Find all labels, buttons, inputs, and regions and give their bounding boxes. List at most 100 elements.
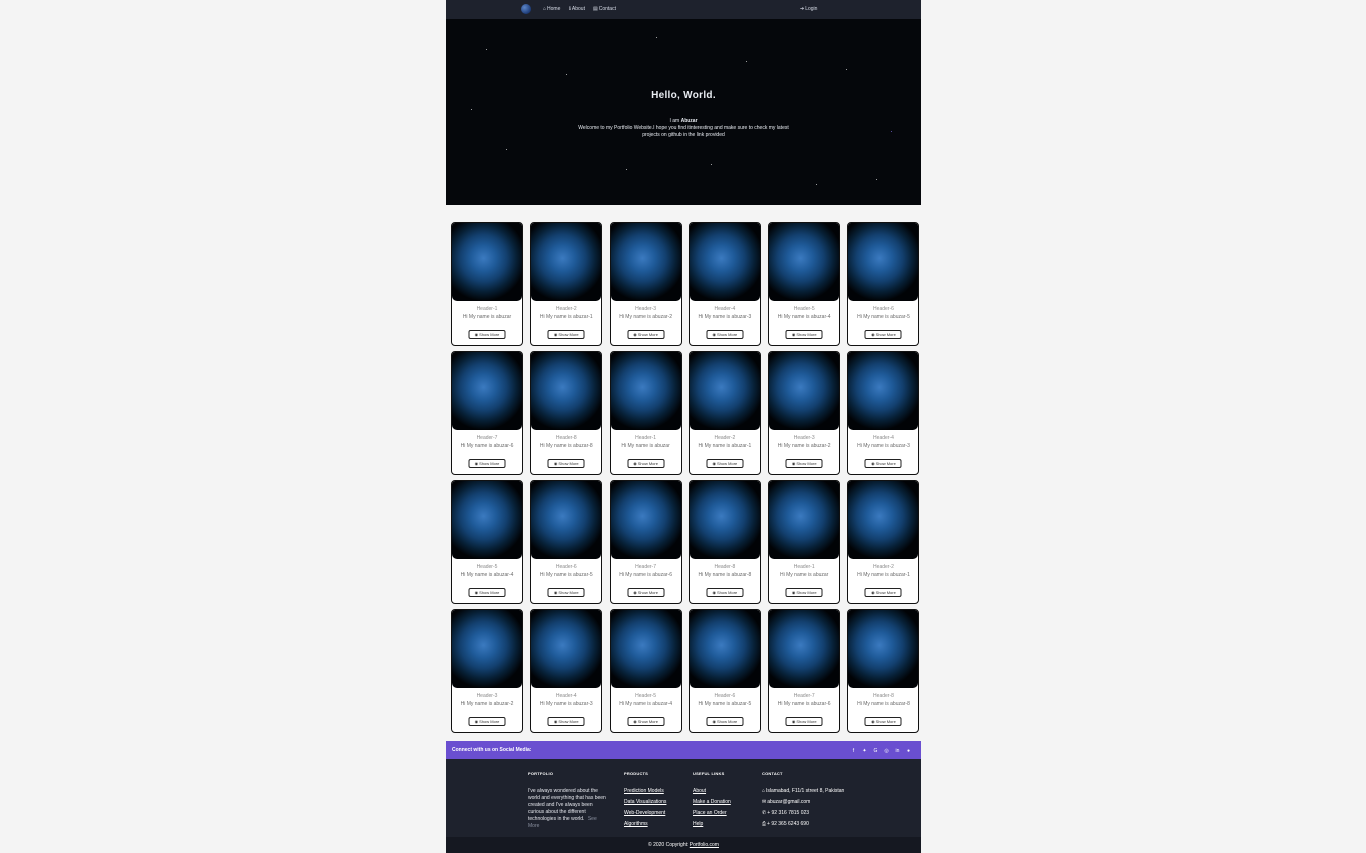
- show-more-button[interactable]: ◉ Show More: [627, 330, 665, 339]
- card-description: Hi My name is abuzar-5: [857, 314, 910, 320]
- card-description: Hi My name is abuzar-4: [460, 572, 514, 578]
- nav-login-link[interactable]: ➔ Login: [800, 5, 817, 13]
- show-more-label: Show More: [479, 590, 500, 595]
- card: Header-7 Hi My name is abuzar-6 ◉ Show More: [768, 609, 841, 733]
- card-description: Hi My name is abuzar-1: [539, 314, 593, 320]
- facebook-icon[interactable]: f: [850, 747, 857, 754]
- card: Header-1 Hi My name is abuzar ◉ Show More: [609, 351, 682, 475]
- show-more-button[interactable]: ◉ Show More: [547, 330, 585, 339]
- card-description: Hi My name is abuzar-5: [539, 572, 593, 578]
- nav-contact-label: Contact: [598, 6, 616, 12]
- card-description: Hi My name is abuzar-6: [777, 701, 831, 707]
- footer-contact: CONTACT ⌂ Islamabad, F11/1 street 8, Pak…: [762, 771, 852, 832]
- footer-link-about[interactable]: About: [693, 788, 731, 794]
- nav-contact-link[interactable]: ▤ Contact: [593, 5, 616, 13]
- card-header: Header-1: [476, 306, 498, 312]
- show-more-button[interactable]: ◉ Show More: [468, 717, 506, 726]
- eye-icon: ◉: [633, 590, 637, 595]
- footer-link-algorithms[interactable]: Algorithms: [624, 821, 666, 827]
- card-description: Hi My name is abuzar-6: [619, 572, 672, 578]
- instagram-icon[interactable]: ◎: [883, 747, 890, 754]
- hero-section: Hello, World. I am Abuzar Welcome to my …: [446, 19, 921, 205]
- show-more-button[interactable]: ◉ Show More: [547, 459, 585, 468]
- social-bar: Connect with us on Social Media: f ✦ G ◎…: [446, 741, 921, 759]
- show-more-button[interactable]: ◉ Show More: [468, 330, 506, 339]
- copyright-link[interactable]: Portfolio.com: [690, 842, 719, 848]
- show-more-button[interactable]: ◉ Show More: [706, 459, 744, 468]
- show-more-button[interactable]: ◉ Show More: [627, 459, 665, 468]
- show-more-label: Show More: [479, 332, 500, 337]
- footer-link-web-development[interactable]: Web-Development: [624, 810, 666, 816]
- card-image: [848, 352, 919, 430]
- show-more-button[interactable]: ◉ Show More: [468, 459, 506, 468]
- show-more-label: Show More: [796, 461, 817, 466]
- linkedin-icon[interactable]: in: [894, 747, 901, 754]
- footer-link-make-donation[interactable]: Make a Donation: [693, 799, 731, 805]
- card-header: Header-4: [873, 435, 894, 441]
- show-more-button[interactable]: ◉ Show More: [864, 588, 902, 597]
- card: Header-6 Hi My name is abuzar-5 ◉ Show More: [847, 222, 920, 346]
- card-description: Hi My name is abuzar-1: [698, 443, 752, 449]
- card-image: [452, 610, 522, 688]
- contact-email-text: abuzar@gmail.com: [767, 799, 811, 805]
- show-more-button[interactable]: ◉ Show More: [627, 588, 665, 597]
- star: [566, 74, 567, 75]
- show-more-button[interactable]: ◉ Show More: [864, 717, 902, 726]
- eye-icon: ◉: [871, 719, 875, 724]
- show-more-button[interactable]: ◉ Show More: [547, 588, 585, 597]
- show-more-button[interactable]: ◉ Show More: [547, 717, 585, 726]
- show-more-button[interactable]: ◉ Show More: [785, 588, 823, 597]
- home-icon: ⌂: [543, 6, 547, 12]
- show-more-label: Show More: [558, 590, 579, 595]
- eye-icon: ◉: [553, 590, 558, 595]
- nav-about-label: About: [571, 6, 585, 12]
- show-more-button[interactable]: ◉ Show More: [864, 330, 902, 339]
- card-image: [848, 610, 919, 688]
- show-more-button[interactable]: ◉ Show More: [706, 330, 744, 339]
- show-more-label: Show More: [796, 332, 817, 337]
- hero-description: Welcome to my Portfolio Website.I hope y…: [578, 125, 789, 138]
- show-more-button[interactable]: ◉ Show More: [864, 459, 902, 468]
- globe-logo-icon[interactable]: [521, 4, 531, 14]
- card-image: [769, 352, 840, 430]
- eye-icon: ◉: [474, 719, 479, 724]
- eye-icon: ◉: [871, 590, 875, 595]
- nav-home-link[interactable]: ⌂ Home: [543, 5, 560, 13]
- card-image: [610, 481, 681, 559]
- footer-link-data-visualizations[interactable]: Data Visualizations: [624, 799, 666, 805]
- show-more-button[interactable]: ◉ Show More: [627, 717, 665, 726]
- show-more-button[interactable]: ◉ Show More: [706, 588, 744, 597]
- card-description: Hi My name is abuzar-3: [539, 701, 593, 707]
- card-description: Hi My name is abuzar-5: [698, 701, 752, 707]
- show-more-label: Show More: [558, 719, 579, 724]
- card-header: Header-8: [714, 564, 736, 570]
- card-image: [531, 223, 602, 301]
- footer-link-place-order[interactable]: Place an Order: [693, 810, 731, 816]
- footer-link-prediction-models[interactable]: Prediction Models: [624, 788, 666, 794]
- github-icon[interactable]: ●: [905, 747, 912, 754]
- show-more-button[interactable]: ◉ Show More: [785, 717, 823, 726]
- card-image: [452, 352, 522, 430]
- nav-about-link[interactable]: ℹ About: [569, 5, 585, 13]
- card-header: Header-8: [555, 435, 577, 441]
- footer-link-help[interactable]: Help: [693, 821, 731, 827]
- google-icon[interactable]: G: [872, 747, 879, 754]
- page: ⌂ Home ℹ About ▤ Contact ➔ Login Hello, …: [446, 0, 921, 853]
- card-header: Header-1: [793, 564, 815, 570]
- star: [746, 61, 747, 62]
- show-more-label: Show More: [875, 590, 896, 595]
- show-more-label: Show More: [558, 332, 579, 337]
- show-more-button[interactable]: ◉ Show More: [706, 717, 744, 726]
- hero-text: I am Abuzar Welcome to my Portfolio Webs…: [576, 118, 791, 139]
- show-more-button[interactable]: ◉ Show More: [468, 588, 506, 597]
- show-more-label: Show More: [875, 719, 896, 724]
- copyright-bar: © 2020 Copyright: Portfolio.com: [446, 837, 921, 853]
- card-image: [610, 610, 681, 688]
- card: Header-1 Hi My name is abuzar ◉ Show More: [451, 222, 523, 346]
- show-more-label: Show More: [637, 461, 658, 466]
- twitter-icon[interactable]: ✦: [861, 747, 868, 754]
- home-icon: ⌂: [762, 788, 766, 794]
- show-more-button[interactable]: ◉ Show More: [785, 459, 823, 468]
- card-description: Hi My name is abuzar-6: [460, 443, 514, 449]
- show-more-button[interactable]: ◉ Show More: [785, 330, 823, 339]
